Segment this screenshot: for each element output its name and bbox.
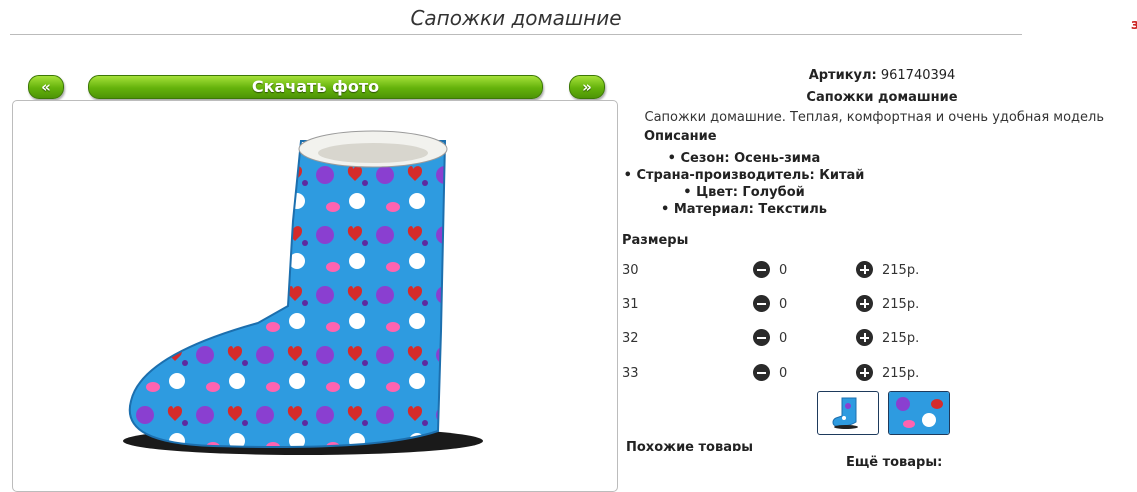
size-row: 33 0 215р. — [622, 364, 942, 384]
download-photo-button[interactable]: Скачать фото — [88, 75, 543, 99]
size-row: 30 0 215р. — [622, 261, 942, 281]
prev-photo-button[interactable]: « — [28, 75, 64, 99]
quantity-value: 0 — [779, 263, 788, 278]
size-value: 31 — [622, 297, 639, 312]
article-value: 961740394 — [880, 68, 956, 83]
plus-circle-icon[interactable] — [856, 261, 873, 278]
page-title: Сапожки домашние — [10, 4, 1022, 35]
price-value: 215р. — [882, 263, 920, 278]
minus-circle-icon[interactable] — [753, 329, 770, 346]
price-value: 215р. — [882, 297, 920, 312]
product-description: Сапожки домашние. Теплая, комфортная и о… — [644, 110, 1104, 125]
quantity-value: 0 — [779, 297, 788, 312]
article-line: Артикул: 961740394 — [622, 68, 1137, 83]
photo-thumbnail[interactable] — [888, 391, 950, 435]
size-row: 32 0 215р. — [622, 329, 942, 349]
similar-products-heading: Похожие товары — [626, 440, 754, 451]
product-photo-frame — [12, 100, 618, 492]
product-photo — [123, 130, 483, 455]
minus-circle-icon[interactable] — [753, 261, 770, 278]
article-label: Артикул: — [808, 68, 877, 83]
plus-circle-icon[interactable] — [856, 329, 873, 346]
description-heading: Описание — [644, 129, 717, 144]
size-row: 31 0 215р. — [622, 295, 942, 315]
attribute-item: Материал: Текстиль — [622, 201, 866, 218]
price-value: 215р. — [882, 331, 920, 346]
size-value: 30 — [622, 263, 639, 278]
minus-circle-icon[interactable] — [753, 364, 770, 381]
size-value: 33 — [622, 366, 639, 381]
size-value: 32 — [622, 331, 639, 346]
more-products-heading: Ещё товары: — [846, 455, 943, 470]
quantity-value: 0 — [779, 366, 788, 381]
attribute-item: Цвет: Голубой — [622, 184, 866, 201]
price-value: 215р. — [882, 366, 920, 381]
sizes-heading: Размеры — [622, 233, 689, 248]
attribute-list: Сезон: Осень-зима Страна-производитель: … — [622, 150, 866, 218]
minus-circle-icon[interactable] — [753, 295, 770, 312]
quantity-value: 0 — [779, 331, 788, 346]
next-photo-button[interactable]: » — [569, 75, 605, 99]
attribute-item: Сезон: Осень-зима — [622, 150, 866, 167]
plus-circle-icon[interactable] — [856, 295, 873, 312]
photo-thumbnail[interactable] — [817, 391, 879, 435]
boot-body — [128, 140, 447, 449]
corner-mark: з — [1131, 17, 1137, 33]
product-name: Сапожки домашние — [806, 90, 958, 105]
attribute-item: Страна-производитель: Китай — [622, 167, 866, 184]
plus-circle-icon[interactable] — [856, 364, 873, 381]
